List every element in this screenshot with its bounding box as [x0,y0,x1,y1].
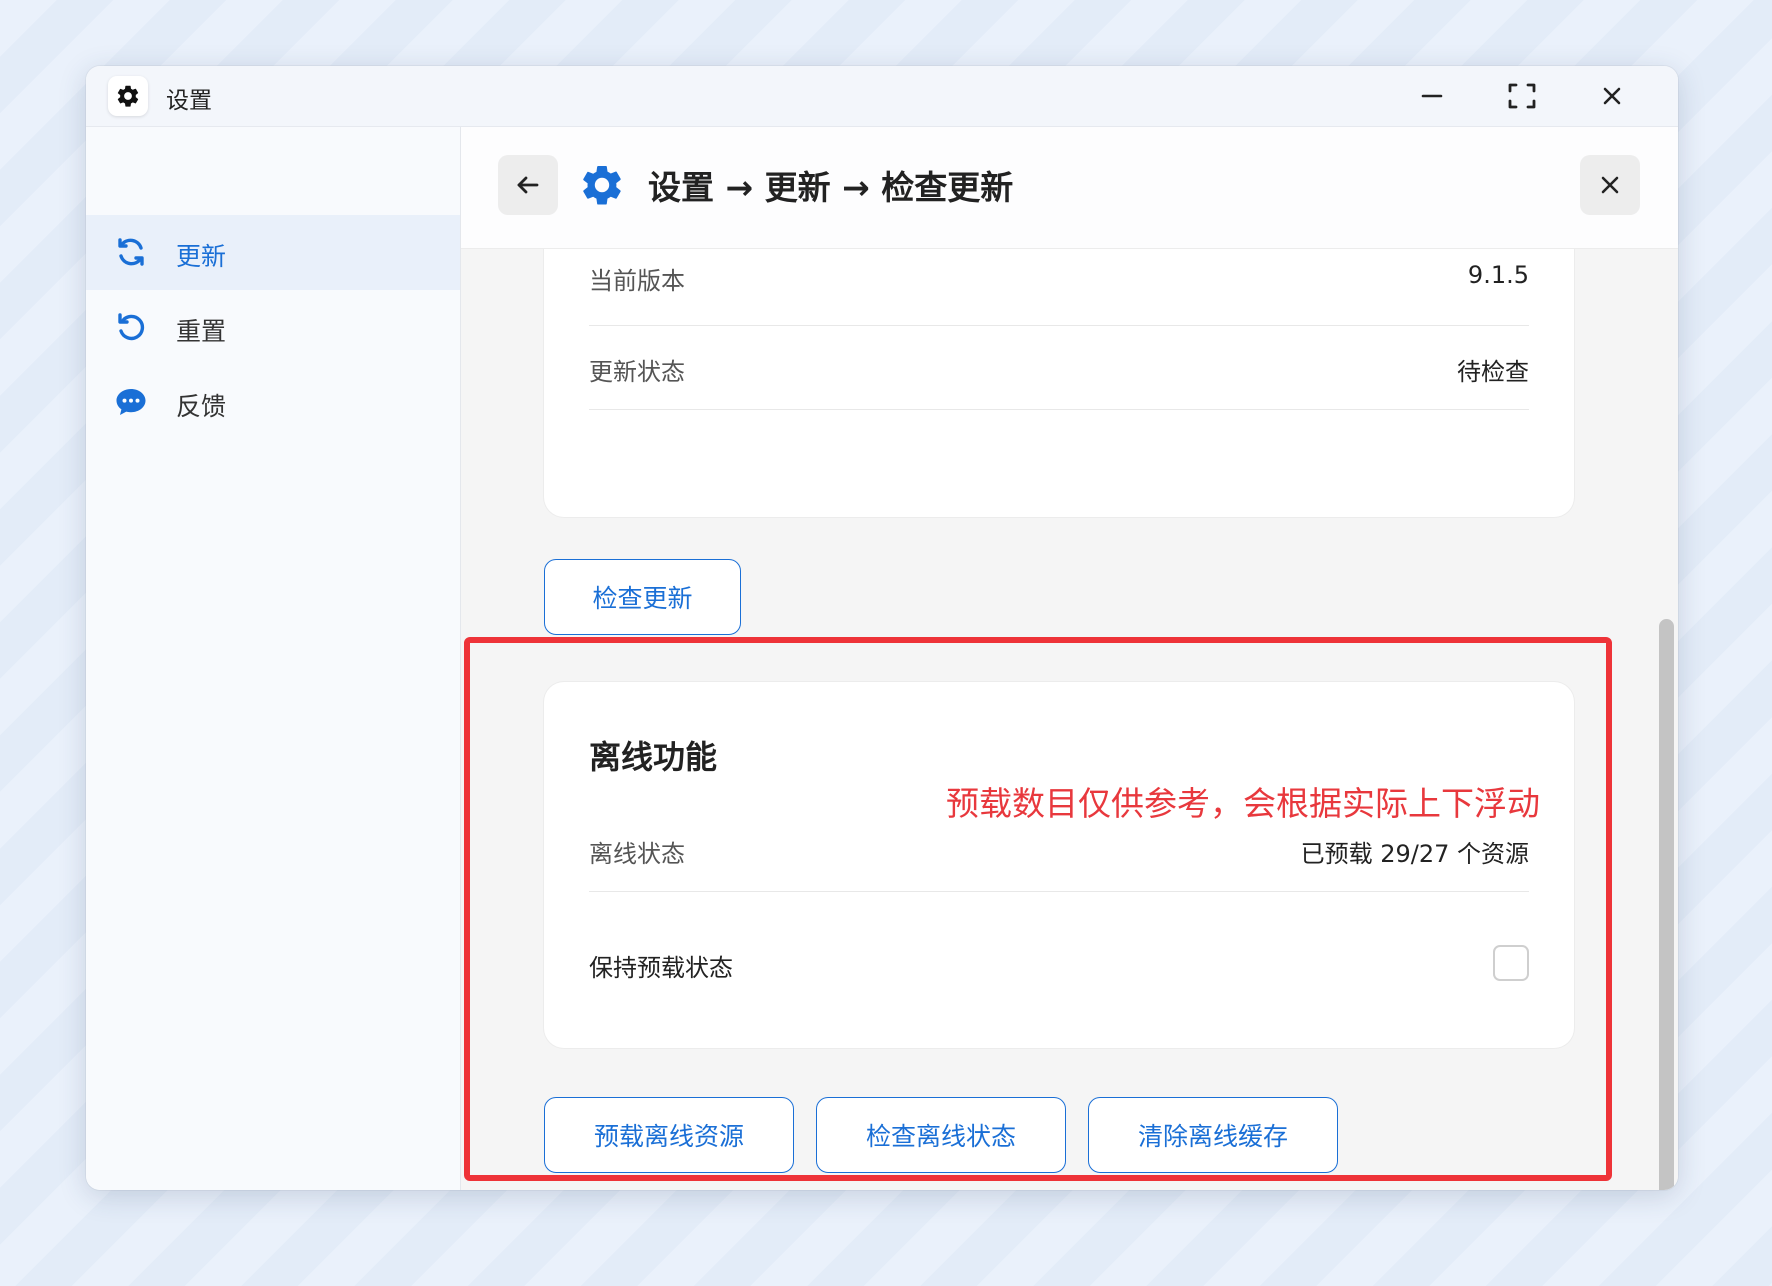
arrow-left-icon [517,176,539,194]
minimize-button[interactable] [1412,76,1452,116]
back-button[interactable] [498,155,558,215]
keep-preload-label: 保持预载状态 [589,954,733,982]
fullscreen-icon [1508,83,1536,109]
offline-status-value: 已预载 29/27 个资源 [1300,840,1529,868]
chat-bubble-icon [116,389,146,415]
close-icon [1603,87,1621,105]
app-gear-icon [108,76,148,116]
clear-offline-cache-button[interactable]: 清除离线缓存 [1088,1097,1338,1173]
settings-window: 设置 更新 重置 反馈 设置 → 更新 → 检查更新 当前版本 9.1.5 更新… [86,66,1678,1190]
main-panel: 设置 → 更新 → 检查更新 当前版本 9.1.5 更新状态 待检查 检查更新 … [461,127,1678,1190]
current-version-value: 9.1.5 [1467,261,1529,289]
offline-card-title: 离线功能 [589,738,718,776]
window-title: 设置 [166,88,212,114]
window-close-button[interactable] [1592,76,1632,116]
minimize-icon [1421,94,1443,98]
scrollbar-track[interactable] [1656,249,1678,1190]
offline-card: 离线功能 预载数目仅供参考，会根据实际上下浮动 离线状态 已预载 29/27 个… [544,682,1574,1048]
refresh-icon [118,238,144,266]
offline-status-row: 离线状态 已预载 29/27 个资源 [589,822,1529,892]
sidebar-item-reset[interactable]: 重置 [86,290,460,365]
offline-status-label: 离线状态 [589,840,685,868]
check-update-button[interactable]: 检查更新 [544,559,741,635]
keep-preload-checkbox[interactable] [1493,945,1529,981]
gear-icon [583,165,621,205]
title-bar: 设置 [86,66,1678,127]
update-status-value: 待检查 [1457,358,1529,386]
current-version-row: 当前版本 9.1.5 [589,249,1529,326]
current-version-label: 当前版本 [589,267,685,295]
sidebar-item-label: 反馈 [176,392,227,421]
sidebar-item-feedback[interactable]: 反馈 [86,365,460,440]
update-status-label: 更新状态 [589,358,685,386]
close-icon [1601,176,1619,194]
update-status-row: 更新状态 待检查 [589,325,1529,410]
page-header: 设置 → 更新 → 检查更新 [461,127,1678,249]
version-card: 当前版本 9.1.5 更新状态 待检查 [544,249,1574,517]
scrollbar-thumb[interactable] [1659,619,1674,1190]
sidebar-item-label: 更新 [176,242,227,271]
undo-icon [118,313,145,341]
sidebar-item-label: 重置 [176,317,227,346]
annotation-note: 预载数目仅供参考，会根据实际上下浮动 [946,784,1540,823]
preload-offline-button[interactable]: 预载离线资源 [544,1097,794,1173]
breadcrumb: 设置 → 更新 → 检查更新 [648,168,1014,207]
sidebar: 更新 重置 反馈 [86,127,461,1190]
sidebar-item-update[interactable]: 更新 [86,215,460,290]
check-offline-button[interactable]: 检查离线状态 [816,1097,1066,1173]
page-close-button[interactable] [1580,155,1640,215]
fullscreen-button[interactable] [1502,76,1542,116]
